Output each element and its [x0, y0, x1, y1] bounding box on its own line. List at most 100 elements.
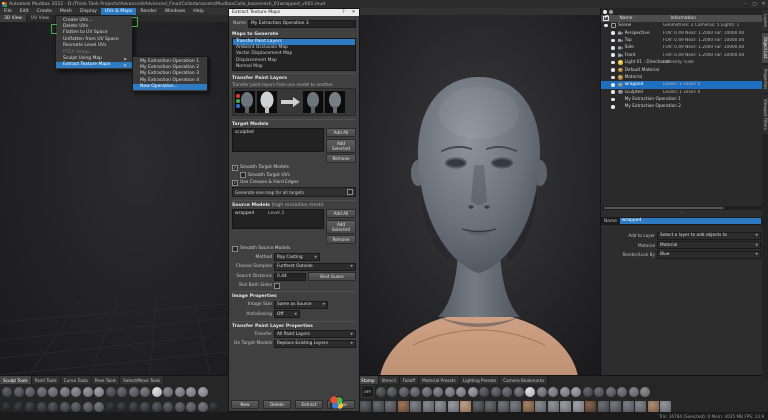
sculpt-tool-icon[interactable] [163, 387, 173, 397]
stamp-thumbnail[interactable] [571, 387, 581, 397]
minimize-button[interactable]: – [741, 1, 750, 8]
smooth-target-checkbox[interactable] [232, 165, 238, 171]
stamp-thumbnail[interactable] [468, 387, 478, 397]
stencil-thumbnail[interactable] [598, 401, 609, 412]
stencil-thumbnail[interactable] [373, 401, 384, 412]
search-distance-field[interactable]: 0.44 [274, 273, 306, 281]
object-list-empty-area[interactable] [601, 111, 763, 205]
tool-tray-tab[interactable]: Pose Tools [92, 376, 120, 384]
paint-tool-icon[interactable] [48, 402, 58, 412]
stamp-thumbnail[interactable] [433, 387, 443, 397]
panel-splitter[interactable]: ⋯ [601, 211, 763, 216]
tray-tab[interactable]: Stencil [379, 376, 400, 384]
operation-name-field[interactable]: My Extraction Operation 3 [248, 20, 356, 28]
paint-tool-icon[interactable] [94, 402, 104, 412]
object-list-row[interactable]: Material [601, 74, 763, 81]
paint-tool-icon[interactable] [198, 402, 208, 412]
stencil-thumbnail[interactable] [635, 401, 646, 412]
stamp-thumbnail[interactable] [422, 387, 432, 397]
object-list-row[interactable]: My Extraction Operation 2 [601, 103, 763, 110]
transfer-dropdown[interactable]: All Paint Layers▼ [274, 330, 356, 338]
source-model-row[interactable]: wrappedLevel 3 [233, 210, 323, 216]
stencil-thumbnail[interactable] [585, 401, 596, 412]
dialog-close-button[interactable]: ✕ [350, 10, 357, 15]
stencil-thumbnail[interactable] [610, 401, 621, 412]
sculpt-tool-icon[interactable] [175, 387, 185, 397]
source-list-button[interactable]: Add All [326, 209, 356, 218]
stamp-thumbnail[interactable] [456, 387, 466, 397]
paint-tool-icon[interactable] [175, 402, 185, 412]
paint-tool-icon[interactable] [37, 402, 47, 412]
stencil-thumbnail[interactable] [560, 401, 571, 412]
smooth-target-uvs-checkbox[interactable] [240, 172, 246, 178]
stamp-thumbnail[interactable] [491, 387, 501, 397]
sculpt-tool-icon[interactable] [60, 387, 70, 397]
stamp-thumbnail[interactable] [594, 387, 604, 397]
object-list-row[interactable]: wrapped Levels: 1 Level: 0 [601, 81, 763, 88]
visibility-toggle[interactable] [611, 31, 615, 35]
stamp-thumbnail[interactable] [479, 387, 489, 397]
stamp-thumbnail[interactable] [445, 387, 455, 397]
stencil-thumbnail[interactable] [510, 401, 521, 412]
stencil-thumbnail[interactable] [660, 401, 671, 412]
stamp-thumbnail[interactable] [399, 387, 409, 397]
sculpt-tool-icon[interactable] [94, 387, 104, 397]
paint-tool-icon[interactable] [129, 402, 139, 412]
visibility-toggle[interactable] [611, 83, 615, 87]
uvs-menu-item[interactable]: Extract Texture Maps ▶ [56, 62, 132, 68]
stencil-thumbnail[interactable] [360, 401, 371, 412]
submenu-item[interactable]: My Extraction Operation 4 [133, 77, 207, 83]
dialog-bottom-button[interactable]: Extract [295, 400, 323, 409]
stencil-thumbnail[interactable] [535, 401, 546, 412]
object-list-row[interactable]: Light 01 : Directional Intensity: 0.80 [601, 59, 763, 66]
stencil-thumbnail[interactable] [623, 401, 634, 412]
property-dropdown[interactable]: Blue▼ [657, 251, 761, 259]
choose-samples-dropdown[interactable]: Furthest Outside▼ [274, 263, 356, 271]
paint-tool-icon[interactable] [163, 402, 173, 412]
stencil-thumbnail[interactable] [573, 401, 584, 412]
dialog-bottom-button[interactable]: New [231, 400, 259, 409]
sculpt-tool-icon[interactable] [37, 387, 47, 397]
visibility-toggle[interactable] [611, 39, 615, 43]
menu-item[interactable]: Edit [16, 8, 33, 15]
sculpt-tool-icon[interactable] [129, 387, 139, 397]
menu-item[interactable]: Help [189, 8, 207, 15]
paint-tool-icon[interactable] [106, 402, 116, 412]
main-3d-viewport[interactable] [358, 15, 600, 375]
tray-tab[interactable]: Falloff [400, 376, 419, 384]
tool-tray-tab[interactable]: Paint Tools [32, 376, 61, 384]
submenu-item[interactable]: My Extraction Operation 1 [133, 58, 207, 64]
visibility-toggle[interactable] [611, 53, 615, 57]
target-list-button[interactable]: Add Selected [326, 139, 356, 153]
dialog-bottom-button[interactable]: Delete [263, 400, 291, 409]
stencil-thumbnail[interactable] [423, 401, 434, 412]
source-list-button[interactable]: Remove [326, 235, 356, 244]
property-dropdown[interactable]: Select a layer to add objects to▼ [657, 232, 761, 240]
submenu-item[interactable]: My Extraction Operation 2 [133, 64, 207, 70]
paint-tool-icon[interactable] [71, 402, 81, 412]
stamp-thumbnail[interactable] [548, 387, 558, 397]
stencil-thumbnail[interactable] [498, 401, 509, 412]
menu-item[interactable]: UVs & Maps [101, 8, 137, 15]
stencil-thumbnail[interactable] [485, 401, 496, 412]
title-bar[interactable]: Autodesk Mudbox 2022 - D:/Think Tank Pro… [0, 0, 768, 8]
panel-filter-icon[interactable] [609, 10, 613, 14]
visibility-toggle[interactable] [611, 61, 615, 65]
menu-item[interactable]: Windows [161, 8, 190, 15]
paint-tool-icon[interactable] [14, 402, 24, 412]
lock-icon[interactable] [603, 16, 609, 21]
visibility-toggle[interactable] [611, 68, 615, 72]
map-list-item[interactable]: Normal Map [233, 64, 355, 70]
sculpt-tool-icon[interactable] [25, 387, 35, 397]
object-list-row[interactable]: Top FOV: 0.49 Near: 1.2000 Far: 10000.00 [601, 37, 763, 44]
paint-tool-icon[interactable] [209, 402, 219, 412]
stamp-thumbnail[interactable] [376, 387, 386, 397]
stencil-thumbnail[interactable] [385, 401, 396, 412]
test-both-sides-checkbox[interactable] [274, 283, 280, 289]
stencil-thumbnail[interactable] [523, 401, 534, 412]
stamp-thumbnail[interactable] [617, 387, 627, 397]
paint-tool-icon[interactable] [83, 402, 93, 412]
paint-tool-icon[interactable] [117, 402, 127, 412]
tray-tab[interactable]: Lighting Presets [460, 376, 501, 384]
menu-item[interactable]: Create [33, 8, 56, 15]
